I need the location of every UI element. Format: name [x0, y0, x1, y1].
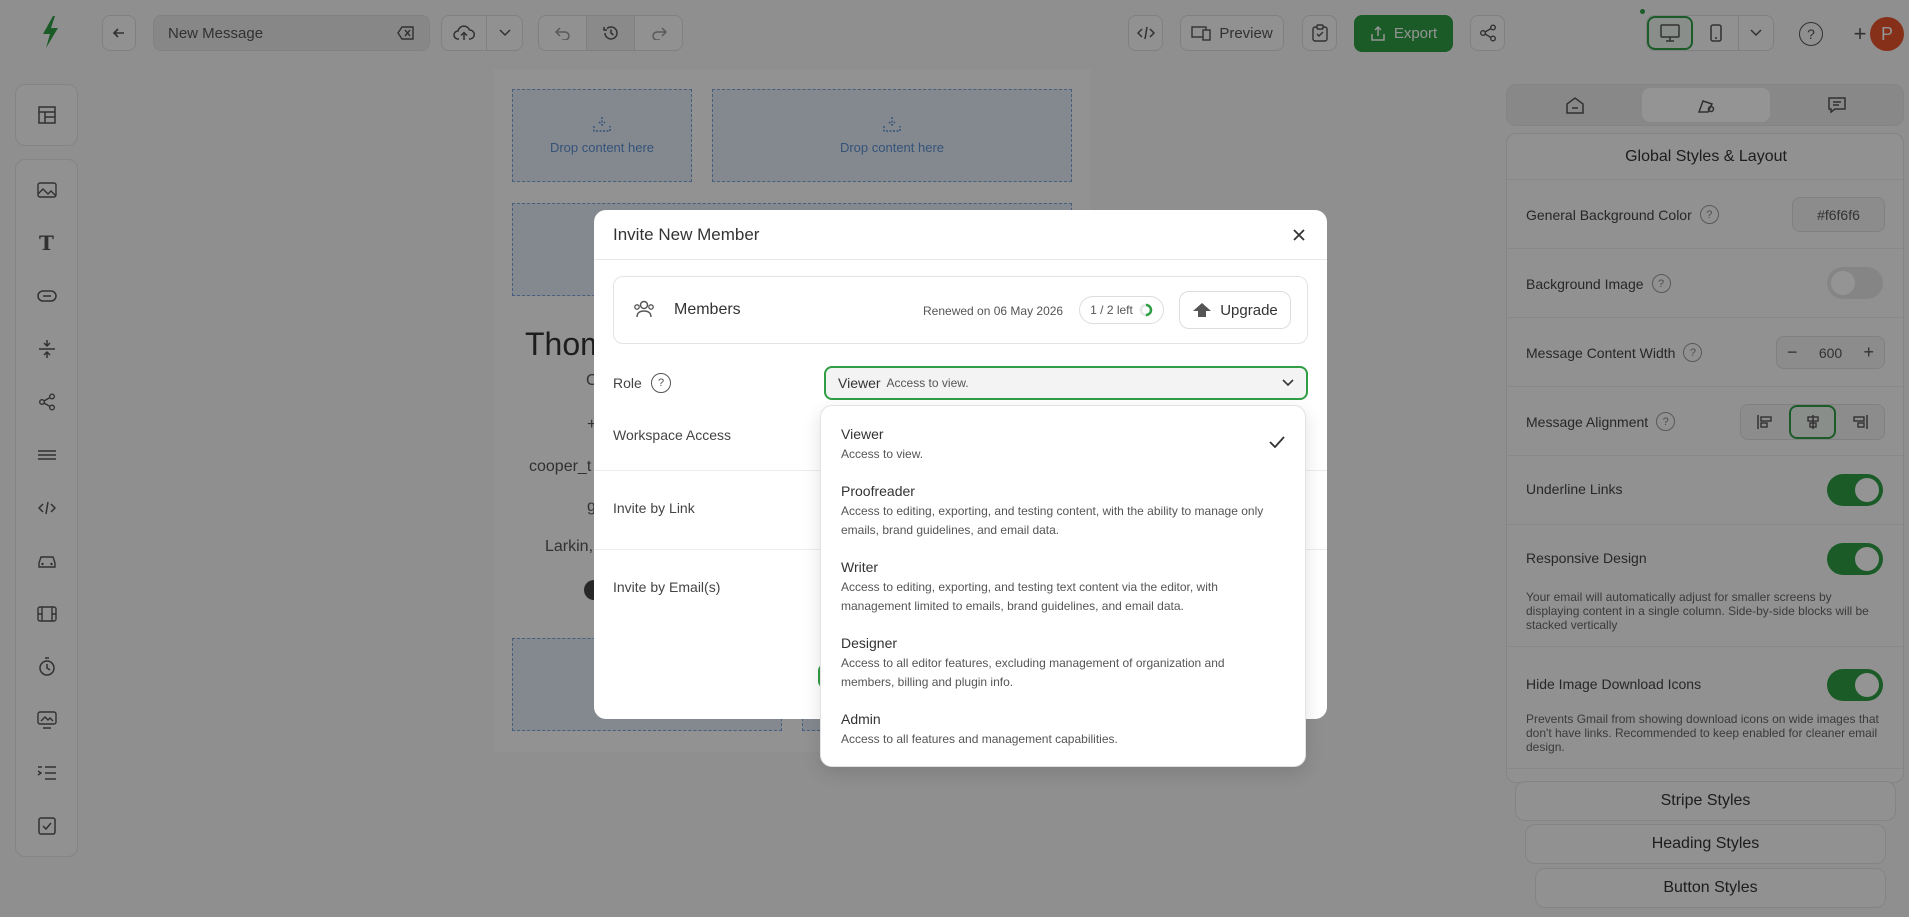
modal-title: Invite New Member — [613, 225, 760, 244]
role-select[interactable]: Viewer Access to view. — [824, 366, 1308, 400]
invite-email-label: Invite by Email(s) — [613, 579, 721, 595]
workspace-access-label: Workspace Access — [613, 427, 732, 443]
role-option-title: Admin — [841, 711, 881, 727]
role-option-proofreader[interactable]: Proofreader Access to editing, exporting… — [841, 483, 1281, 540]
seats-badge: 1 / 2 left — [1079, 296, 1164, 324]
members-label: Members — [674, 301, 741, 318]
users-icon — [633, 299, 655, 319]
role-selected-desc: Access to view. — [886, 376, 969, 390]
role-option-desc: Access to view. — [841, 447, 924, 461]
upgrade-label: Upgrade — [1220, 301, 1278, 319]
role-option-admin[interactable]: Admin Access to all features and managem… — [841, 711, 1281, 749]
role-option-viewer[interactable]: Viewer Access to view. — [841, 426, 1281, 464]
members-card: Members Renewed on 06 May 2026 1 / 2 lef… — [613, 276, 1308, 344]
upgrade-icon — [1192, 302, 1212, 318]
progress-ring-icon — [1139, 303, 1153, 317]
role-option-title: Proofreader — [841, 483, 915, 499]
role-option-desc: Access to all editor features, excluding… — [841, 656, 1225, 689]
role-option-desc: Access to all features and management ca… — [841, 732, 1118, 746]
role-option-designer[interactable]: Designer Access to all editor features, … — [841, 635, 1281, 692]
role-option-title: Designer — [841, 635, 898, 651]
role-selected-title: Viewer — [838, 375, 881, 391]
chevron-down-icon — [1282, 379, 1294, 387]
checkmark-icon — [1269, 436, 1285, 448]
role-option-desc: Access to editing, exporting, and testin… — [841, 580, 1218, 613]
renewed-text: Renewed on 06 May 2026 — [923, 304, 1064, 318]
role-label: Role — [613, 375, 642, 391]
role-dropdown: Viewer Access to view. Proofreader Acces… — [820, 405, 1306, 767]
role-option-title: Viewer — [841, 426, 884, 442]
upgrade-button[interactable]: Upgrade — [1179, 291, 1291, 329]
invite-link-label: Invite by Link — [613, 500, 695, 516]
role-option-writer[interactable]: Writer Access to editing, exporting, and… — [841, 559, 1281, 616]
role-help-icon[interactable]: ? — [651, 373, 671, 393]
close-icon[interactable] — [1289, 225, 1309, 245]
role-option-desc: Access to editing, exporting, and testin… — [841, 504, 1264, 537]
seats-text: 1 / 2 left — [1090, 303, 1133, 317]
modal-header: Invite New Member — [594, 210, 1327, 260]
role-option-title: Writer — [841, 559, 879, 575]
